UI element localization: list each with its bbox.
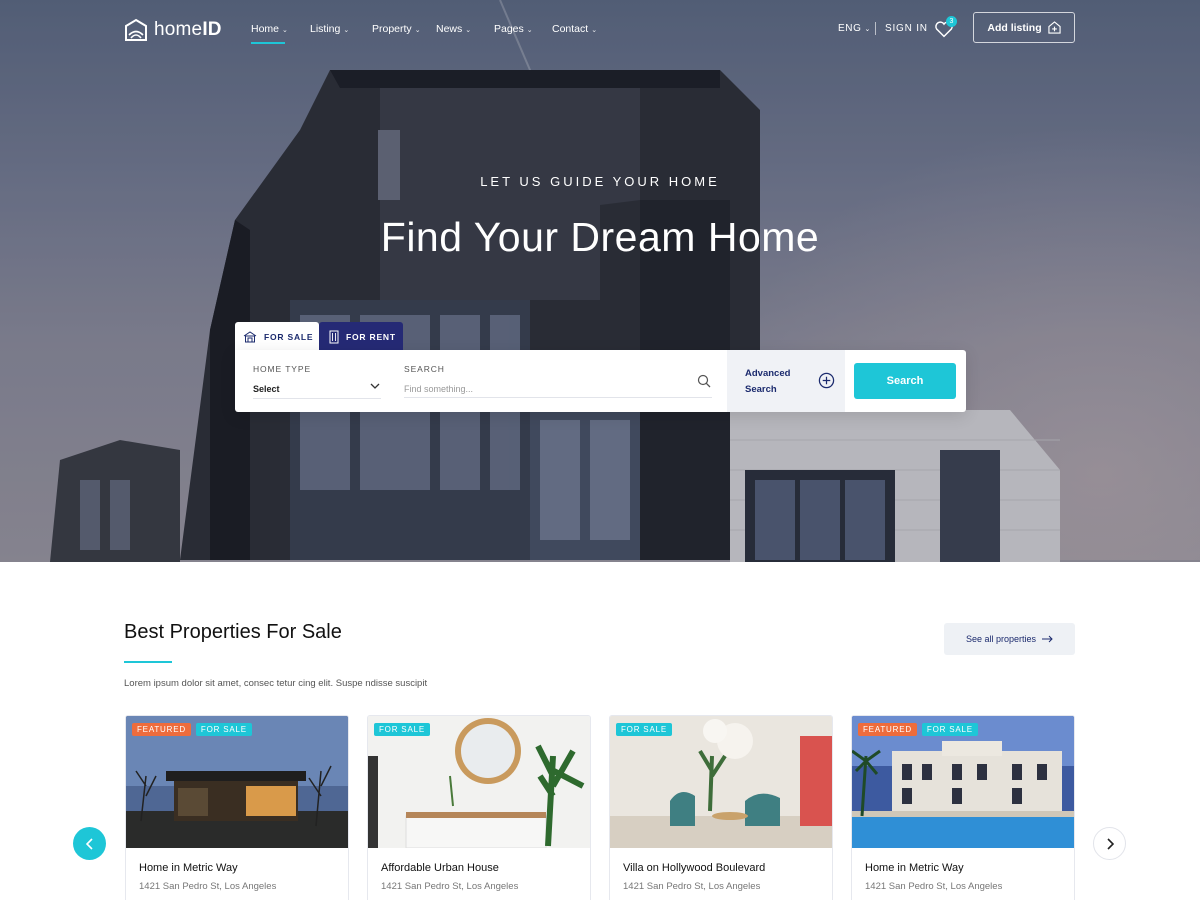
for-sale-badge: FOR SALE [616, 723, 672, 736]
property-card[interactable]: FEATURED FOR SALE Home in Metric Way 142… [851, 715, 1075, 900]
nav-item-home[interactable]: Home ⌄ [251, 23, 288, 44]
property-title[interactable]: Home in Metric Way [865, 862, 964, 874]
chevron-left-icon [85, 837, 93, 850]
chevron-down-icon: ⌄ [526, 27, 533, 34]
property-card[interactable]: FOR SALE Villa on Hollywood Boulevard 14… [609, 715, 833, 900]
home-type-underline [253, 398, 381, 399]
carousel-next-button[interactable] [1093, 827, 1126, 860]
sale-tab-icon [243, 330, 257, 342]
carousel-prev-button[interactable] [73, 827, 106, 860]
for-sale-badge: FOR SALE [921, 723, 978, 736]
search-icon[interactable] [697, 374, 711, 388]
nav-item-news[interactable]: News ⌄ [436, 23, 471, 35]
chevron-right-icon [1106, 837, 1114, 850]
chevron-down-icon: ⌄ [465, 27, 472, 34]
tab-for-rent-label: FOR RENT [346, 331, 396, 342]
tab-for-sale-label: FOR SALE [264, 331, 314, 342]
section-title-underline [124, 661, 172, 663]
add-listing-label: Add listing [987, 21, 1042, 34]
hero-title: Find Your Dream Home [380, 214, 820, 260]
chevron-down-icon: ⌄ [864, 26, 871, 33]
nav-item-contact[interactable]: Contact ⌄ [552, 23, 597, 35]
arrow-right-icon [1042, 635, 1053, 643]
section-title: Best Properties For Sale [124, 621, 342, 643]
tab-for-rent[interactable]: FOR RENT [319, 322, 403, 351]
property-address: 1421 San Pedro St, Los Angeles [623, 881, 761, 892]
property-address: 1421 San Pedro St, Los Angeles [865, 881, 1003, 892]
advanced-search-label: Advanced Search [745, 368, 791, 395]
brand-logo[interactable]: homeID [124, 18, 222, 42]
chevron-down-icon: ⌄ [343, 27, 350, 34]
property-address: 1421 San Pedro St, Los Angeles [381, 881, 519, 892]
property-address: 1421 San Pedro St, Los Angeles [139, 881, 277, 892]
chevron-down-icon: ⌄ [591, 27, 598, 34]
home-type-select[interactable]: Select [253, 384, 280, 394]
rent-tab-icon [329, 330, 339, 343]
see-all-label: See all properties [965, 634, 1037, 644]
property-card[interactable]: FEATURED FOR SALE Home in Metric Way 142… [125, 715, 349, 900]
search-form: HOME TYPE Select SEARCH Advanced Search … [235, 350, 966, 412]
property-title[interactable]: Villa on Hollywood Boulevard [623, 862, 765, 874]
language-selector[interactable]: ENG ⌄ [838, 23, 871, 34]
add-listing-button[interactable]: Add listing [973, 12, 1075, 43]
hero-eyebrow: LET US GUIDE YOUR HOME [480, 174, 720, 189]
see-all-properties-button[interactable]: See all properties [944, 623, 1075, 655]
wishlist-count-badge: 3 [946, 16, 957, 27]
nav-item-property[interactable]: Property ⌄ [372, 23, 421, 35]
brand-name: homeID [154, 19, 222, 40]
advanced-search-toggle[interactable]: Advanced Search [727, 350, 845, 412]
featured-badge: FEATURED [858, 723, 917, 736]
property-title[interactable]: Affordable Urban House [381, 862, 499, 874]
sign-in-link[interactable]: SIGN IN [885, 23, 928, 34]
home-type-label: HOME TYPE [253, 364, 312, 374]
search-label: SEARCH [404, 364, 445, 374]
section-description: Lorem ipsum dolor sit amet, consec tetur… [124, 678, 428, 689]
tab-for-sale[interactable]: FOR SALE [235, 322, 319, 351]
nav-item-listing[interactable]: Listing ⌄ [310, 23, 349, 35]
search-input[interactable] [404, 380, 712, 398]
chevron-down-icon[interactable] [370, 381, 380, 391]
chevron-down-icon: ⌄ [414, 27, 421, 34]
nav-divider [875, 22, 876, 35]
for-sale-badge: FOR SALE [374, 723, 430, 736]
for-sale-badge: FOR SALE [195, 723, 252, 736]
hero-overlay [0, 0, 1200, 562]
add-listing-icon [1047, 21, 1061, 34]
hero-banner [0, 0, 1200, 562]
property-title[interactable]: Home in Metric Way [139, 862, 238, 874]
property-badges: FEATURED FOR SALE [858, 723, 978, 736]
top-navigation: homeID Home ⌄ Listing ⌄ Property ⌄ News ⌄ Pa… [0, 0, 1200, 58]
search-button[interactable]: Search [854, 363, 956, 399]
property-badges: FEATURED FOR SALE [132, 723, 252, 736]
home-logo-icon [125, 18, 147, 41]
property-badges: FOR SALE [616, 723, 672, 736]
property-card[interactable]: FOR SALE Affordable Urban House 1421 San… [367, 715, 591, 900]
nav-item-pages[interactable]: Pages ⌄ [494, 23, 533, 35]
featured-badge: FEATURED [132, 723, 191, 736]
chevron-down-icon: ⌄ [282, 27, 288, 34]
property-badges: FOR SALE [374, 723, 430, 736]
plus-circle-icon [818, 372, 835, 389]
